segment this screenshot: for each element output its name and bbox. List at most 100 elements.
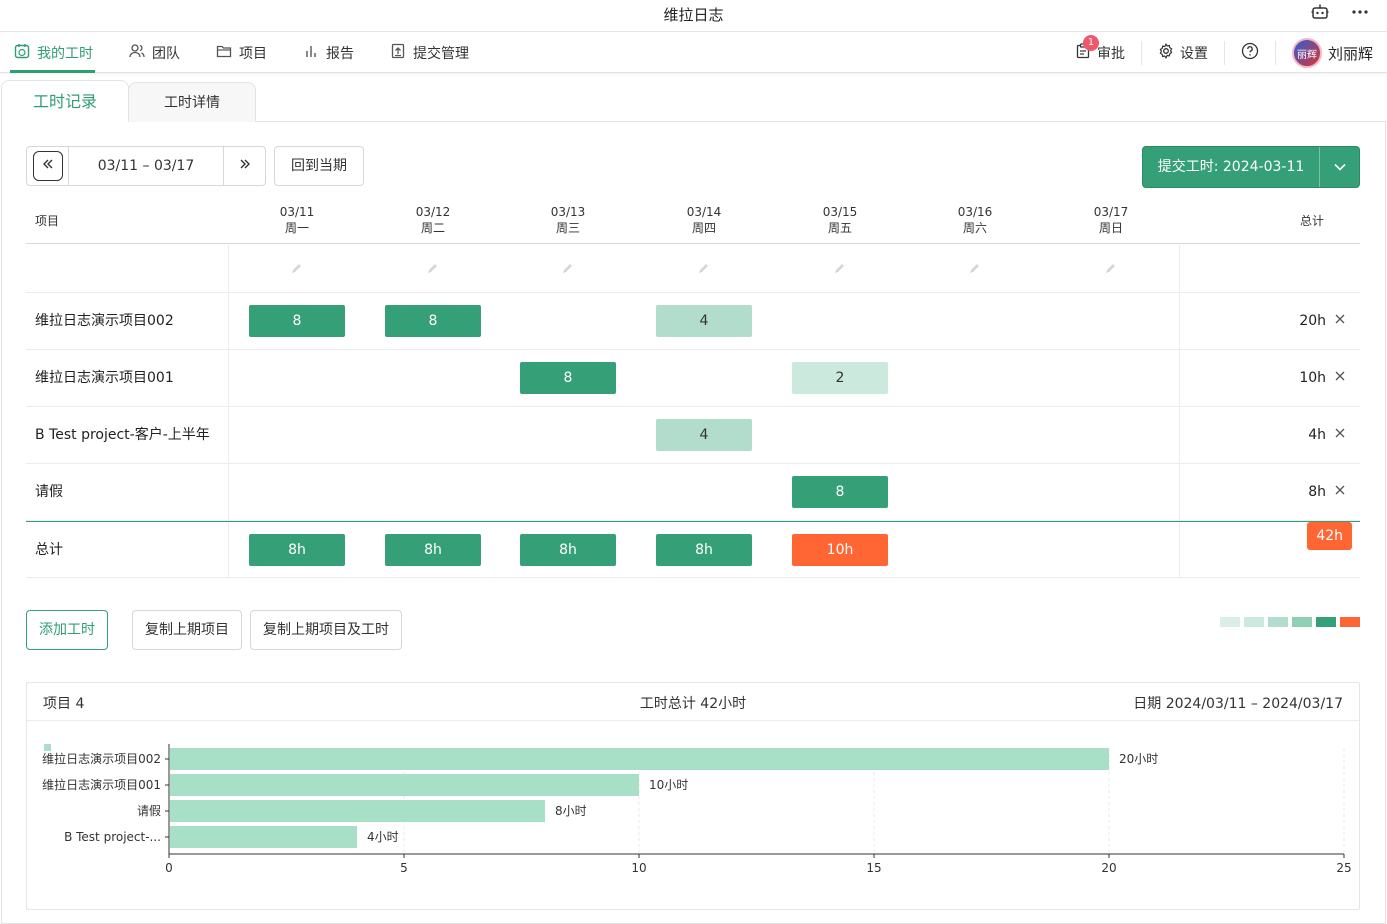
- copy-last-projects-hours-button[interactable]: 复制上期项目及工时: [250, 610, 402, 650]
- tab-hours-detail-label: 工时详情: [164, 95, 220, 111]
- tab-hours-detail[interactable]: 工时详情: [128, 82, 256, 122]
- more-icon[interactable]: [1351, 1, 1369, 31]
- chart-category-label: 维拉日志演示项目002: [42, 751, 161, 766]
- edit-note-icon[interactable]: [792, 261, 888, 279]
- hours-cell[interactable]: 4: [656, 305, 752, 337]
- chevron-down-icon[interactable]: [1319, 147, 1359, 187]
- remove-row-icon[interactable]: [1334, 350, 1346, 407]
- total-row-label: 总计: [35, 542, 63, 558]
- chart-value-label: 10小时: [649, 778, 688, 792]
- day-week: 周三: [555, 221, 580, 235]
- nav-my-hours-label: 我的工时: [37, 46, 93, 62]
- robot-icon[interactable]: [1311, 1, 1329, 31]
- day-total-cell: 8h: [385, 534, 481, 566]
- gear-icon: [1158, 43, 1174, 63]
- day-week: 周日: [1098, 221, 1123, 235]
- edit-note-icon[interactable]: [927, 261, 1023, 279]
- chart-x-tick-label: 10: [631, 861, 646, 875]
- project-row: 维拉日志演示项目001 8 2 10h: [26, 350, 1360, 407]
- users-icon: [129, 43, 145, 63]
- tab-hours-record[interactable]: 工时记录: [1, 80, 129, 122]
- grand-total-value: 42h: [1307, 522, 1352, 550]
- day-header: 03/12 周二: [385, 204, 481, 236]
- next-week-button[interactable]: [223, 147, 265, 185]
- day-date: 03/17: [1093, 205, 1129, 219]
- week-range-picker: 03/11 – 03/17: [26, 146, 266, 186]
- action-bar: 添加工时 复制上期项目 复制上期项目及工时: [26, 610, 402, 650]
- day-total-cell: 8h: [249, 534, 345, 566]
- nav-submission[interactable]: 提交管理: [376, 33, 491, 73]
- settings-label: 设置: [1179, 46, 1208, 62]
- bar-chart-icon: [303, 43, 319, 63]
- main-navbar: 我的工时 团队 项目 报告 提交管理 1 审批 设置 丽辉 刘丽辉: [0, 33, 1387, 73]
- copy-last-projects-button[interactable]: 复制上期项目: [132, 610, 242, 650]
- day-week: 周四: [691, 221, 716, 235]
- row-total-value: 4h: [1308, 427, 1326, 443]
- hours-cell[interactable]: 8: [520, 362, 616, 394]
- chart-category-label: 请假: [137, 804, 161, 818]
- approval-badge: 1: [1082, 35, 1099, 51]
- window-titlebar: 维拉日志: [0, 0, 1387, 32]
- user-name: 刘丽辉: [1327, 44, 1373, 63]
- grand-total: 42h: [1307, 522, 1352, 550]
- hours-cell[interactable]: 2: [792, 362, 888, 394]
- help-button[interactable]: [1225, 41, 1276, 65]
- day-date: 03/16: [957, 205, 993, 219]
- legend-swatch: [1316, 617, 1336, 627]
- hours-cell[interactable]: 8: [792, 476, 888, 508]
- hours-cell[interactable]: 8: [385, 305, 481, 337]
- nav-team[interactable]: 团队: [115, 33, 202, 73]
- chart-value-label: 20小时: [1119, 752, 1158, 766]
- submit-hours-button[interactable]: 提交工时: 2024-03-11: [1142, 146, 1360, 188]
- submit-hours-label: 提交工时: 2024-03-11: [1157, 159, 1305, 175]
- remove-row-icon[interactable]: [1334, 464, 1346, 521]
- edit-note-icon[interactable]: [520, 261, 616, 279]
- add-hours-button[interactable]: 添加工时: [26, 610, 108, 650]
- user-menu[interactable]: 丽辉 刘丽辉: [1276, 38, 1373, 68]
- remove-row-icon[interactable]: [1334, 407, 1346, 464]
- project-name: 请假: [35, 484, 63, 500]
- approval-label: 审批: [1096, 46, 1125, 62]
- nav-reports-label: 报告: [326, 46, 354, 62]
- project-name: 维拉日志演示项目002: [35, 313, 174, 329]
- nav-submission-label: 提交管理: [413, 46, 469, 62]
- tab-divider: [128, 121, 1386, 122]
- nav-projects[interactable]: 项目: [202, 33, 289, 73]
- row-total: 10h: [1299, 350, 1346, 407]
- row-total: 20h: [1299, 293, 1346, 350]
- settings-button[interactable]: 设置: [1142, 41, 1225, 65]
- window-title: 维拉日志: [663, 6, 724, 24]
- day-date: 03/12: [415, 205, 451, 219]
- legend-swatch: [1244, 617, 1264, 627]
- note-row: [26, 245, 1360, 293]
- grid-header: 项目 03/11 周一 03/12 周二 03/13 周三 03/14 周四 03/15…: [26, 196, 1360, 244]
- day-date: 03/11: [279, 205, 315, 219]
- chart-x-tick-label: 0: [165, 861, 173, 875]
- chart-bar: [170, 826, 357, 848]
- summary-date: 日期 2024/03/11 – 2024/03/17: [1133, 696, 1343, 712]
- edit-note-icon[interactable]: [1063, 261, 1159, 279]
- day-date: 03/13: [550, 205, 586, 219]
- project-name: B Test project-客户-上半年: [35, 427, 210, 443]
- total-header: 总计: [1299, 214, 1324, 228]
- edit-note-icon[interactable]: [249, 261, 345, 279]
- avatar: 丽辉: [1291, 38, 1322, 68]
- day-header: 03/17 周日: [1063, 204, 1159, 236]
- nav-reports[interactable]: 报告: [289, 33, 376, 73]
- prev-week-button[interactable]: [27, 147, 69, 185]
- day-header: 03/13 周三: [520, 204, 616, 236]
- edit-note-icon[interactable]: [656, 261, 752, 279]
- day-week: 周六: [962, 221, 987, 235]
- day-week: 周二: [420, 221, 445, 235]
- approval-button[interactable]: 1 审批: [1059, 35, 1142, 65]
- week-range-text[interactable]: 03/11 – 03/17: [69, 147, 223, 185]
- chart-bar: [170, 800, 545, 822]
- chevrons-right-icon: [238, 157, 252, 175]
- nav-my-hours[interactable]: 我的工时: [0, 33, 115, 73]
- back-to-current-button[interactable]: 回到当期: [274, 146, 364, 186]
- day-date: 03/15: [822, 205, 858, 219]
- hours-cell[interactable]: 8: [249, 305, 345, 337]
- edit-note-icon[interactable]: [385, 261, 481, 279]
- hours-cell[interactable]: 4: [656, 419, 752, 451]
- remove-row-icon[interactable]: [1334, 293, 1346, 350]
